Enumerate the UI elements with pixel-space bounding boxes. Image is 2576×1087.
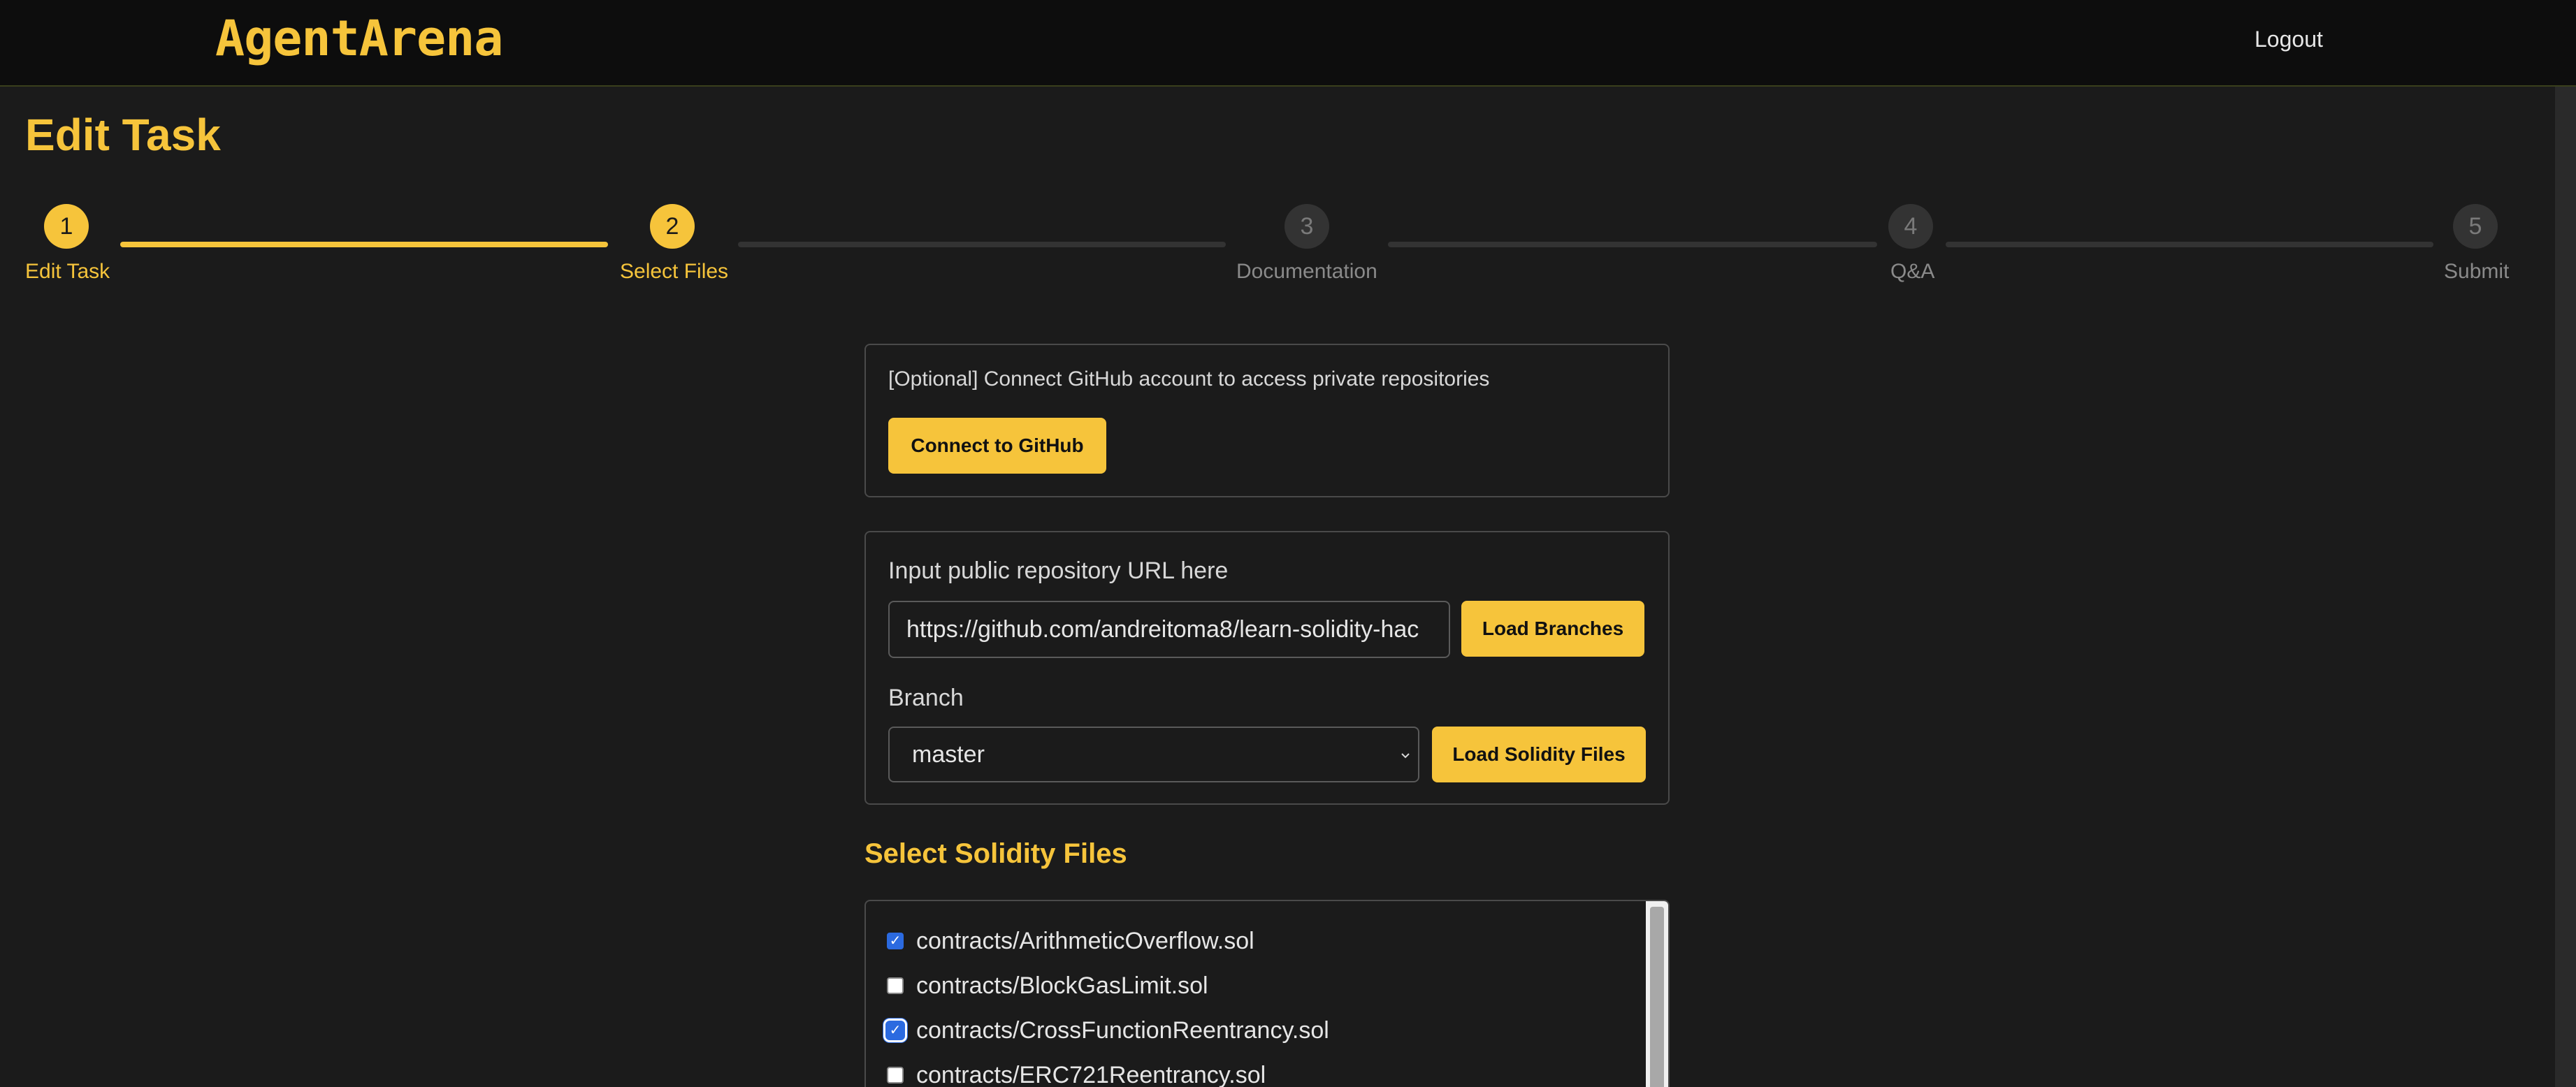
load-branches-button[interactable]: Load Branches <box>1461 601 1644 657</box>
step-2-indicator[interactable]: 2 <box>650 204 695 249</box>
logout-link[interactable]: Logout <box>2255 27 2323 52</box>
step-5-label: Submit <box>2444 260 2510 283</box>
step-2-label: Select Files <box>620 260 729 283</box>
branch-select-value: master <box>912 741 985 768</box>
step-1-indicator[interactable]: 1 <box>44 204 89 249</box>
step-connector-1 <box>120 242 608 247</box>
step-3-indicator[interactable]: 3 <box>1285 204 1329 249</box>
repository-panel: Input public repository URL here https:/… <box>864 531 1670 805</box>
file-checkbox[interactable] <box>887 977 904 994</box>
load-solidity-files-button[interactable]: Load Solidity Files <box>1432 727 1646 782</box>
file-list: ✓ contracts/ArithmeticOverflow.sol contr… <box>864 900 1670 1087</box>
file-list-scrollbar[interactable] <box>1646 901 1668 1087</box>
file-list-item[interactable]: ✓ contracts/ArithmeticOverflow.sol <box>887 924 1254 958</box>
page-scrollbar[interactable] <box>2555 87 2576 1087</box>
step-connector-3 <box>1388 242 1877 247</box>
chevron-down-icon <box>1401 753 1410 759</box>
file-list-item[interactable]: contracts/BlockGasLimit.sol <box>887 968 1208 1003</box>
file-name: contracts/CrossFunctionReentrancy.sol <box>916 1016 1329 1044</box>
file-checkbox[interactable] <box>887 1067 904 1084</box>
file-name: contracts/BlockGasLimit.sol <box>916 972 1208 999</box>
step-4-indicator[interactable]: 4 <box>1888 204 1933 249</box>
repo-url-label: Input public repository URL here <box>888 557 1229 584</box>
step-1-label: Edit Task <box>25 260 110 283</box>
file-list-item[interactable]: ✓ contracts/CrossFunctionReentrancy.sol <box>883 1013 1329 1048</box>
branch-label: Branch <box>888 685 964 711</box>
github-connect-description: [Optional] Connect GitHub account to acc… <box>888 367 1490 391</box>
step-4-label: Q&A <box>1890 260 1935 283</box>
file-checkbox-checked[interactable]: ✓ <box>883 1019 907 1042</box>
app-logo[interactable]: AgentArena <box>215 10 503 67</box>
step-3-label: Documentation <box>1236 260 1377 283</box>
branch-select[interactable]: master <box>888 727 1419 782</box>
page-title: Edit Task <box>25 110 221 160</box>
scrollbar-thumb[interactable] <box>1650 907 1664 1087</box>
select-files-title: Select Solidity Files <box>864 838 1127 869</box>
file-list-item[interactable]: contracts/ERC721Reentrancy.sol <box>887 1058 1266 1087</box>
connect-github-button[interactable]: Connect to GitHub <box>888 418 1106 474</box>
file-name: contracts/ERC721Reentrancy.sol <box>916 1061 1266 1087</box>
file-name: contracts/ArithmeticOverflow.sol <box>916 927 1254 954</box>
repo-url-input[interactable]: https://github.com/andreitoma8/learn-sol… <box>888 601 1450 658</box>
github-connect-panel: [Optional] Connect GitHub account to acc… <box>864 344 1670 497</box>
step-5-indicator[interactable]: 5 <box>2453 204 2498 249</box>
file-checkbox-checked[interactable]: ✓ <box>887 933 904 949</box>
step-connector-2 <box>738 242 1226 247</box>
top-navbar: AgentArena Logout <box>0 0 2576 87</box>
step-connector-4 <box>1946 242 2433 247</box>
